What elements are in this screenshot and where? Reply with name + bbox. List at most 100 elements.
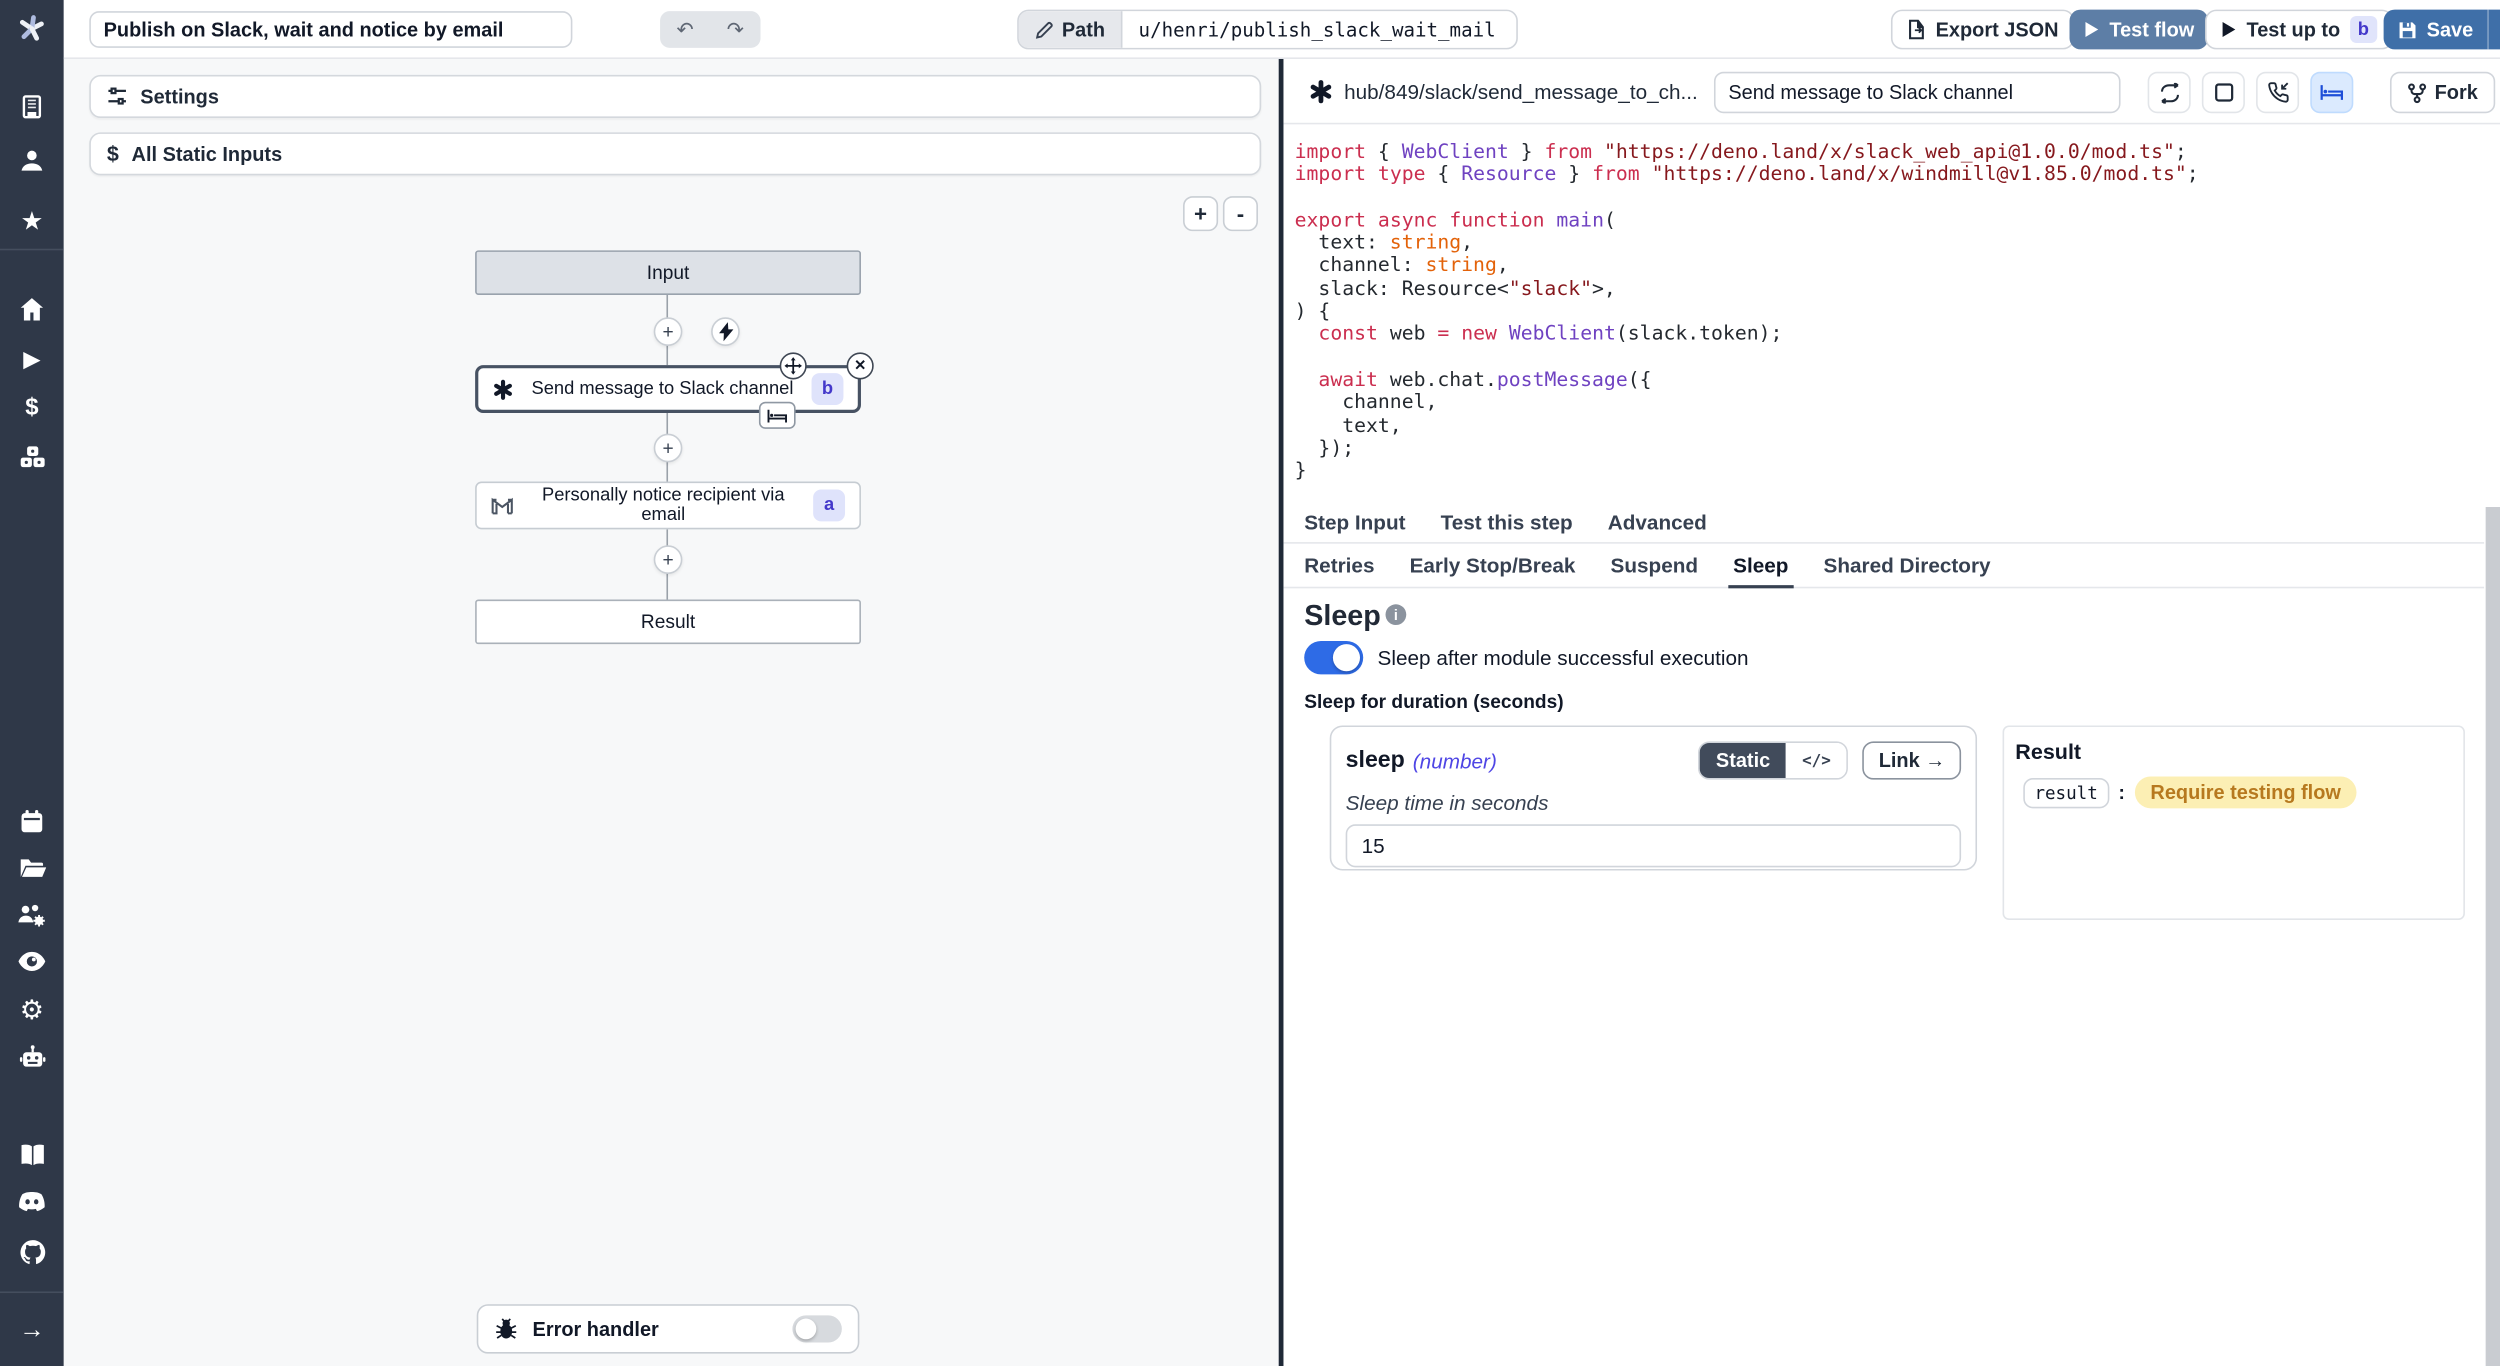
- windmill-logo-icon[interactable]: [0, 13, 64, 45]
- github-icon[interactable]: [0, 1239, 64, 1266]
- save-icon: [2398, 20, 2417, 39]
- error-handler-node[interactable]: Error handler: [477, 1304, 860, 1353]
- flow-node-result[interactable]: Result: [475, 599, 861, 644]
- bolt-icon: [718, 322, 732, 341]
- sleep-seconds-input[interactable]: [1346, 824, 1961, 867]
- all-static-inputs-bar[interactable]: $ All Static Inputs: [89, 132, 1261, 175]
- error-handler-label: Error handler: [533, 1318, 659, 1340]
- sleep-toggle[interactable]: [1304, 641, 1363, 674]
- groups-gear-icon[interactable]: [0, 902, 64, 928]
- static-segment[interactable]: Static: [1700, 743, 1786, 778]
- result-value-badge: Require testing flow: [2134, 776, 2356, 808]
- discord-icon[interactable]: [0, 1191, 64, 1213]
- add-step-button-3[interactable]: +: [654, 545, 683, 574]
- export-json-button[interactable]: Export JSON: [1891, 10, 2075, 50]
- static-code-toggle: Static </>: [1698, 741, 1848, 779]
- code-editor[interactable]: import { WebClient } from "https://deno.…: [1295, 140, 2199, 482]
- retries-icon-button[interactable]: [2148, 72, 2191, 113]
- add-step-button-1[interactable]: +: [654, 317, 683, 346]
- subtab-suspend[interactable]: Suspend: [1593, 544, 1716, 587]
- book-icon[interactable]: [0, 1143, 64, 1167]
- zoom-out-button[interactable]: -: [1223, 196, 1258, 231]
- fork-button[interactable]: Fork: [2390, 72, 2495, 113]
- code-segment[interactable]: </>: [1786, 743, 1847, 778]
- sleep-duration-label: Sleep for duration (seconds): [1304, 690, 1563, 712]
- path-value[interactable]: u/henri/publish_slack_wait_mail: [1123, 11, 1517, 48]
- step-badge-b: b: [2350, 16, 2377, 43]
- subtab-shared-directory[interactable]: Shared Directory: [1806, 544, 2008, 587]
- move-node-button[interactable]: [780, 352, 807, 379]
- info-icon[interactable]: i: [1386, 604, 1407, 625]
- building-icon[interactable]: [0, 94, 64, 120]
- error-handler-toggle[interactable]: [792, 1315, 841, 1342]
- test-up-to-button[interactable]: Test up to b: [2205, 10, 2393, 50]
- flow-title-input[interactable]: [89, 11, 572, 48]
- play-icon[interactable]: ▶: [0, 346, 64, 373]
- save-label: Save: [2427, 18, 2474, 40]
- panel-scrollbar[interactable]: [2486, 507, 2500, 1366]
- result-key-chip[interactable]: result: [2023, 777, 2109, 807]
- user-icon[interactable]: [0, 148, 64, 174]
- sleep-indicator-chip[interactable]: [759, 402, 796, 429]
- step-header: hub/849/slack/send_message_to_ch... Fork: [1283, 59, 2500, 124]
- export-json-label: Export JSON: [1936, 18, 2059, 40]
- prop-description: Sleep time in seconds: [1346, 791, 1961, 815]
- home-icon[interactable]: [0, 297, 64, 323]
- save-more-button[interactable]: [2489, 10, 2500, 50]
- resources-cubes-icon[interactable]: [0, 445, 64, 471]
- sleep-section-heading: Sleep i: [1304, 599, 1406, 632]
- all-static-inputs-label: All Static Inputs: [132, 143, 283, 165]
- calendar-icon[interactable]: [0, 808, 64, 834]
- eye-icon[interactable]: [0, 950, 64, 972]
- gear-icon[interactable]: ⚙: [0, 995, 64, 1027]
- sliders-icon: [107, 86, 128, 107]
- undo-button[interactable]: ↶: [660, 11, 710, 48]
- suspend-icon-button[interactable]: [2256, 72, 2299, 113]
- zoom-in-button[interactable]: +: [1183, 196, 1218, 231]
- result-colon: :: [2119, 781, 2125, 803]
- tab-step-input[interactable]: Step Input: [1287, 502, 1423, 542]
- flow-node-email[interactable]: Personally notice recipient via email a: [475, 482, 861, 530]
- folder-icon[interactable]: [0, 856, 64, 880]
- subtab-early-stop-break[interactable]: Early Stop/Break: [1392, 544, 1593, 587]
- step-name-input[interactable]: [1714, 72, 2121, 113]
- input-node-label: Input: [647, 261, 690, 283]
- subtab-sleep[interactable]: Sleep: [1716, 544, 1806, 587]
- test-up-to-label: Test up to: [2246, 18, 2340, 40]
- windmill-flow-editor: ★ ▶ $ ⚙: [0, 0, 2500, 1366]
- expand-arrow-icon[interactable]: →: [0, 1317, 64, 1346]
- step-detail-panel: hub/849/slack/send_message_to_ch... Fork…: [1283, 59, 2500, 1366]
- git-fork-icon: [2408, 82, 2427, 103]
- prop-name: sleep: [1346, 748, 1405, 774]
- result-panel: Result result : Require testing flow: [2003, 725, 2465, 920]
- sleep-icon-button[interactable]: [2310, 72, 2353, 113]
- delete-node-button[interactable]: ✕: [847, 352, 874, 379]
- redo-button[interactable]: ↷: [710, 11, 760, 48]
- sidebar: ★ ▶ $ ⚙: [0, 0, 64, 1366]
- pencil-icon: [1035, 20, 1054, 39]
- subtab-retries[interactable]: Retries: [1287, 544, 1392, 587]
- tab-advanced[interactable]: Advanced: [1590, 502, 1724, 542]
- tab-test-this-step[interactable]: Test this step: [1423, 502, 1590, 542]
- settings-bar[interactable]: Settings: [89, 75, 1261, 118]
- add-step-button-2[interactable]: +: [654, 434, 683, 463]
- save-button[interactable]: Save: [2384, 10, 2488, 50]
- path-group[interactable]: Path u/henri/publish_slack_wait_mail: [1017, 10, 1518, 50]
- test-flow-button[interactable]: Test flow: [2070, 10, 2209, 50]
- topbar: ↶ ↷ Path u/henri/publish_slack_wait_mail…: [64, 0, 2500, 59]
- trigger-bolt-button[interactable]: [711, 317, 740, 346]
- early-stop-icon-button[interactable]: [2202, 72, 2245, 113]
- sidebar-divider: [0, 249, 64, 251]
- slack-icon: [1309, 80, 1333, 104]
- dollar-icon[interactable]: $: [0, 394, 64, 421]
- sleep-property-editor: sleep (number) Static </> Link → Sleep t…: [1330, 725, 1977, 870]
- sleep-toggle-label: Sleep after module successful execution: [1378, 646, 1749, 670]
- star-icon[interactable]: ★: [0, 206, 64, 238]
- bed-icon: [2320, 83, 2344, 102]
- robot-icon[interactable]: [0, 1044, 64, 1070]
- flow-canvas[interactable]: Settings $ All Static Inputs + - Input +…: [64, 59, 1279, 1366]
- link-button[interactable]: Link →: [1863, 741, 1961, 779]
- hub-script-path[interactable]: hub/849/slack/send_message_to_ch...: [1344, 80, 1698, 104]
- result-heading: Result: [2015, 740, 2452, 764]
- flow-node-input[interactable]: Input: [475, 250, 861, 295]
